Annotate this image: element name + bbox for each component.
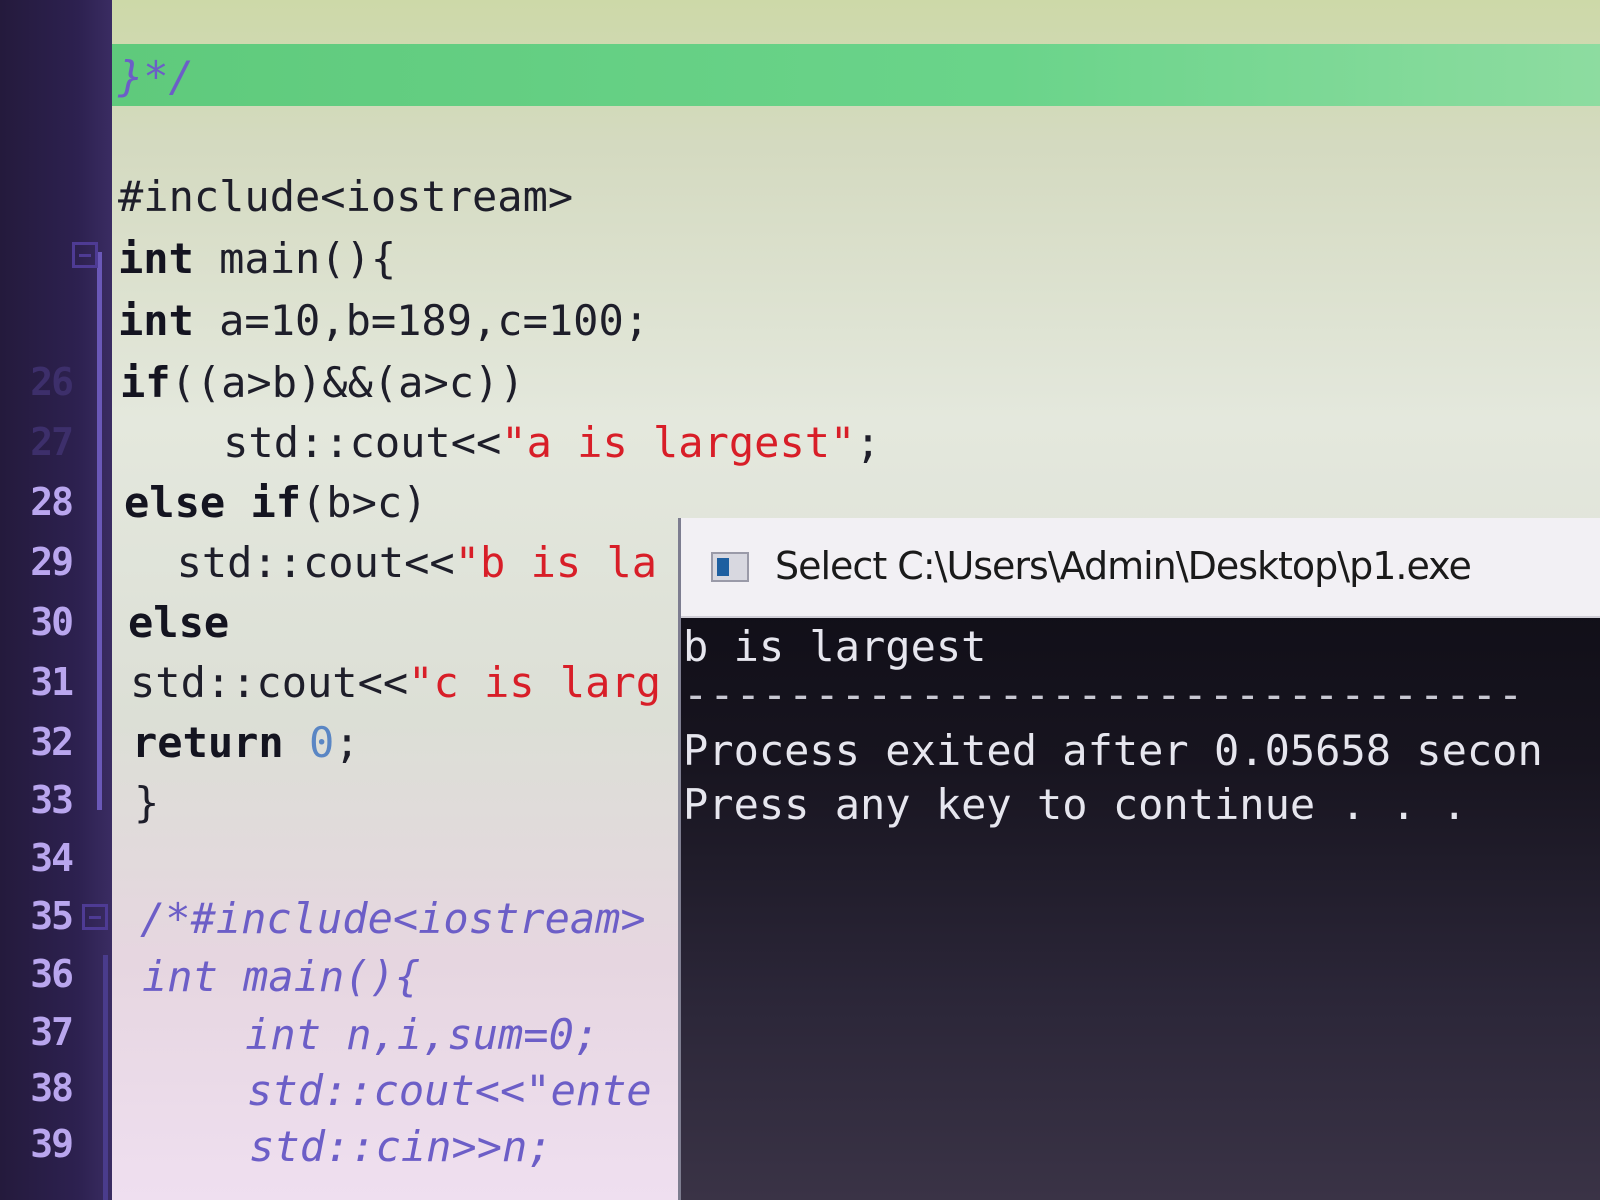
line-number: 34 — [30, 836, 74, 880]
code-line: } — [134, 778, 160, 827]
comment-line: int main(){ — [142, 952, 421, 1001]
code-text: ; — [334, 718, 360, 767]
line-number: 39 — [30, 1122, 74, 1166]
code-line: int a=10,b=189,c=100; — [118, 296, 649, 345]
console-output-line: Process exited after 0.05658 secon — [683, 726, 1543, 775]
console-window[interactable]: Select C:\Users\Admin\Desktop\p1.exe b i… — [678, 518, 1600, 1200]
code-line: else if(b>c) — [124, 478, 427, 527]
fold-guide — [103, 955, 108, 1200]
code-line: }*/ — [118, 52, 194, 101]
code-text: main(){ — [193, 234, 397, 283]
line-number: 35 — [30, 894, 74, 938]
code-text: (b>c) — [301, 478, 428, 527]
code-text: std::cout<< — [126, 538, 455, 587]
string-literal: "b is la — [454, 538, 658, 587]
line-number: 33 — [30, 778, 74, 822]
line-number: 26 — [30, 360, 74, 404]
fold-guide — [97, 252, 102, 810]
keyword: else — [124, 478, 226, 527]
number-literal: 0 — [309, 718, 335, 767]
line-number: 38 — [30, 1066, 74, 1110]
keyword: else — [128, 598, 230, 647]
line-number: 30 — [30, 600, 74, 644]
comment-line: int n,i,sum=0; — [144, 1010, 600, 1059]
code-text: ((a>b)&&(a>c)) — [170, 358, 525, 407]
code-text: std::cout<< — [130, 658, 409, 707]
keyword: if — [120, 358, 171, 407]
code-line: return 0; — [132, 718, 360, 767]
line-number: 36 — [30, 952, 74, 996]
line-number: 37 — [30, 1010, 74, 1054]
line-number: 31 — [30, 660, 74, 704]
console-app-icon — [711, 552, 749, 582]
code-line: std::cout<<"a is largest"; — [122, 418, 881, 467]
code-text: std::cout<< — [122, 418, 502, 467]
code-line: int main(){ — [118, 234, 396, 283]
fold-toggle-icon[interactable] — [72, 242, 98, 268]
keyword: if — [225, 478, 302, 527]
string-literal: "a is largest" — [501, 418, 856, 467]
code-line: if((a>b)&&(a>c)) — [120, 358, 525, 407]
keyword: int — [118, 234, 194, 283]
code-line: else — [128, 598, 229, 647]
keyword: return — [132, 718, 284, 767]
current-line-highlight — [112, 44, 1600, 106]
line-number: 28 — [30, 480, 74, 524]
console-separator: -------------------------------- — [683, 670, 1525, 719]
code-text: a=10,b=189,c=100; — [193, 296, 650, 345]
line-number-gutter: 26 27 28 29 30 31 32 33 34 35 36 37 38 3… — [0, 0, 112, 1200]
keyword: int — [118, 296, 194, 345]
console-output-line: Press any key to continue . . . — [683, 780, 1467, 829]
comment-line: /*#include<iostream> — [140, 894, 646, 943]
line-number: 29 — [30, 540, 74, 584]
console-title-bar[interactable]: Select C:\Users\Admin\Desktop\p1.exe — [681, 518, 1600, 618]
code-line: std::cout<<"b is la — [126, 538, 657, 587]
line-number: 27 — [30, 420, 74, 464]
line-number: 32 — [30, 720, 74, 764]
comment-line: std::cin>>n; — [148, 1122, 553, 1171]
code-line: std::cout<<"c is larg — [130, 658, 661, 707]
comment-line: std::cout<<"ente — [146, 1066, 652, 1115]
fold-toggle-icon[interactable] — [82, 904, 108, 930]
code-line: #include<iostream> — [118, 172, 574, 221]
console-output-line: b is largest — [683, 622, 987, 671]
string-literal: "c is larg — [408, 658, 662, 707]
code-text: ; — [855, 418, 881, 467]
console-title: Select C:\Users\Admin\Desktop\p1.exe — [775, 544, 1472, 588]
